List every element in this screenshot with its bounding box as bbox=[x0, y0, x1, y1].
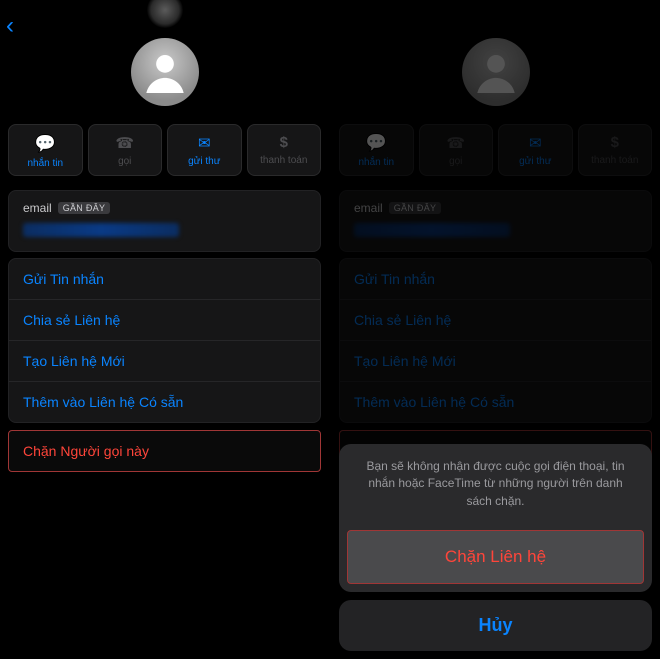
row-send-message[interactable]: Gửi Tin nhắn bbox=[9, 259, 320, 299]
row-send-message: Gửi Tin nhắn bbox=[340, 259, 651, 299]
call-button: ☎ gọi bbox=[419, 124, 494, 176]
action-sheet: Bạn sẽ không nhận được cuộc gọi điện tho… bbox=[339, 444, 652, 651]
phone-icon: ☎ bbox=[446, 134, 465, 152]
message-button: 💬 nhắn tin bbox=[339, 124, 414, 176]
dollar-icon: $ bbox=[280, 134, 288, 151]
recent-badge: GẦN ĐÂY bbox=[389, 202, 442, 214]
mail-icon: ✉ bbox=[198, 134, 211, 152]
email-label: email bbox=[354, 201, 383, 215]
sheet-message: Bạn sẽ không nhận được cuộc gọi điện tho… bbox=[339, 444, 652, 524]
dollar-icon: $ bbox=[611, 134, 619, 151]
actions-list: Gửi Tin nhắn Chia sẻ Liên hệ Tạo Liên hệ… bbox=[8, 258, 321, 423]
chat-bubble-icon: 💬 bbox=[366, 133, 387, 153]
row-new-contact[interactable]: Tạo Liên hệ Mới bbox=[9, 340, 320, 381]
row-new-contact: Tạo Liên hệ Mới bbox=[340, 340, 651, 381]
contact-screen-normal: ‹ ✎️ 💬 nhắn tin ☎ gọi ✉ gửi thư $ bbox=[0, 0, 329, 659]
pay-button: $ thanh toán bbox=[578, 124, 653, 176]
actions-list: Gửi Tin nhắn Chia sẻ Liên hệ Tạo Liên hệ… bbox=[339, 258, 652, 423]
chat-bubble-icon: 💬 bbox=[35, 134, 56, 154]
avatar bbox=[462, 38, 530, 106]
confirm-block-button[interactable]: Chặn Liên hệ bbox=[347, 530, 644, 584]
mail-icon: ✉ bbox=[529, 134, 542, 152]
mail-button: ✉ gửi thư bbox=[498, 124, 573, 176]
email-value-redacted bbox=[23, 223, 179, 237]
action-row: 💬 nhắn tin ☎ gọi ✉ gửi thư $ thanh toán bbox=[331, 124, 660, 184]
camera-notch-icon bbox=[147, 0, 183, 28]
row-share-contact[interactable]: Chia sẻ Liên hệ bbox=[9, 299, 320, 340]
email-label: email bbox=[23, 201, 52, 215]
email-card: email GẦN ĐÂY bbox=[339, 190, 652, 252]
pay-button[interactable]: $ thanh toán bbox=[247, 124, 322, 176]
avatar bbox=[131, 38, 199, 106]
person-icon bbox=[468, 44, 524, 100]
mail-button[interactable]: ✉ gửi thư bbox=[167, 124, 242, 176]
email-value-redacted bbox=[354, 223, 510, 237]
row-add-existing: Thêm vào Liên hệ Có sẵn bbox=[340, 381, 651, 422]
back-button[interactable]: ‹ bbox=[6, 14, 14, 38]
phone-icon: ☎ bbox=[115, 134, 134, 152]
recent-badge: GẦN ĐÂY bbox=[58, 202, 111, 214]
person-icon bbox=[137, 44, 193, 100]
block-caller-button[interactable]: Chặn Người gọi này bbox=[8, 430, 321, 472]
call-button[interactable]: ☎ gọi bbox=[88, 124, 163, 176]
email-card[interactable]: email GẦN ĐÂY bbox=[8, 190, 321, 252]
action-row: ✎️ 💬 nhắn tin ☎ gọi ✉ gửi thư $ thanh to… bbox=[0, 124, 329, 184]
message-button[interactable]: ✎️ 💬 nhắn tin bbox=[8, 124, 83, 176]
row-share-contact: Chia sẻ Liên hệ bbox=[340, 299, 651, 340]
contact-screen-with-sheet: 💬 nhắn tin ☎ gọi ✉ gửi thư $ thanh toán … bbox=[331, 0, 660, 659]
row-add-existing[interactable]: Thêm vào Liên hệ Có sẵn bbox=[9, 381, 320, 422]
cancel-button[interactable]: Hủy bbox=[339, 600, 652, 651]
